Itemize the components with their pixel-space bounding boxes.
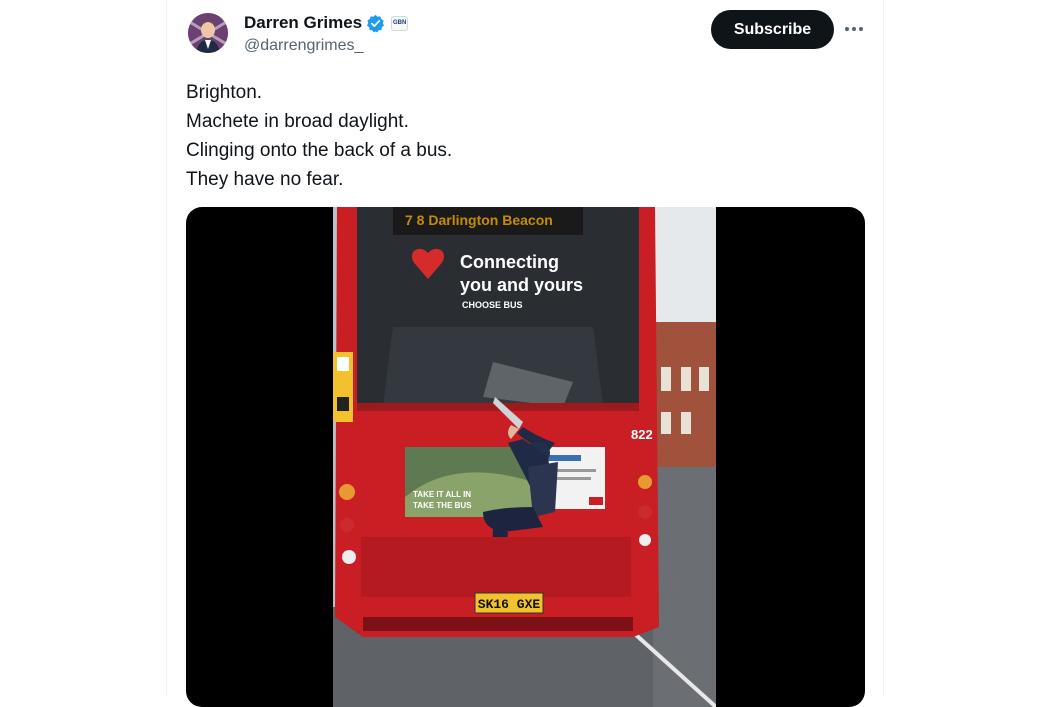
bus-ad-line1: Connecting	[460, 252, 559, 272]
rear-ad-line1: TAKE IT ALL IN	[413, 490, 471, 499]
avatar[interactable]	[188, 13, 228, 53]
svg-text:7 8 Darlington Beacon: 7 8 Darlington Beacon	[405, 212, 553, 228]
bus-ad-line2: you and yours	[460, 275, 583, 295]
affiliation-badge[interactable]: GBN	[391, 15, 409, 31]
tweet-line: Brighton.	[186, 82, 263, 103]
tweet-card: Darren Grimes GBN @darrengrimes_ Subscri…	[166, 0, 884, 707]
plate-text: SK16 GXE	[478, 597, 541, 612]
bus-ad-line3: CHOOSE BUS	[462, 300, 523, 310]
verified-badge-icon	[367, 14, 385, 32]
author-name-row: Darren Grimes GBN	[244, 12, 409, 34]
tweet-line: Machete in broad daylight.	[186, 111, 409, 132]
handle[interactable]: @darrengrimes_	[244, 37, 363, 55]
tweet-line: Clinging onto the back of a bus.	[186, 140, 453, 161]
video-frame: 7 8 Darlington Beacon Connecting you and…	[333, 207, 716, 707]
more-horizontal-icon[interactable]	[843, 18, 865, 40]
rear-ad-line2: TAKE THE BUS	[413, 501, 472, 510]
building	[653, 322, 716, 472]
fleet-number: 822	[631, 427, 653, 442]
video-player[interactable]: 7 8 Darlington Beacon Connecting you and…	[186, 207, 865, 707]
subscribe-button[interactable]: Subscribe	[711, 10, 834, 49]
display-name[interactable]: Darren Grimes	[244, 13, 362, 33]
tweet-text: Brighton. Machete in broad daylight. Cli…	[186, 78, 846, 194]
tweet-line: They have no fear.	[186, 169, 344, 190]
avatar-image	[188, 13, 228, 53]
